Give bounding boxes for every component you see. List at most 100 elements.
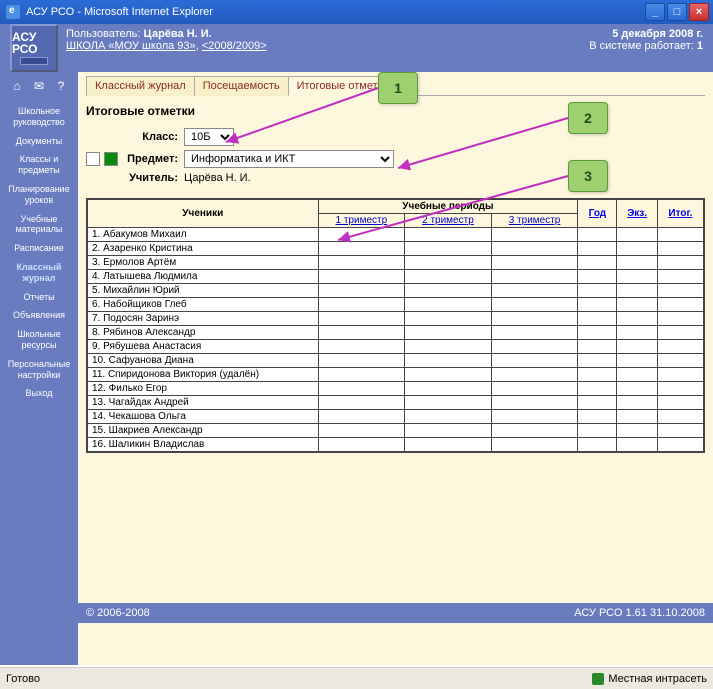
grade-cell[interactable]: [318, 256, 405, 270]
grade-cell[interactable]: [405, 396, 492, 410]
grade-cell[interactable]: [657, 354, 703, 368]
grade-cell[interactable]: [578, 410, 617, 424]
grade-cell[interactable]: [657, 326, 703, 340]
print-icon[interactable]: [86, 152, 100, 166]
grade-cell[interactable]: [657, 424, 703, 438]
grade-cell[interactable]: [318, 270, 405, 284]
grade-cell[interactable]: [617, 424, 657, 438]
grade-cell[interactable]: [617, 354, 657, 368]
subject-select[interactable]: Информатика и ИКТ: [184, 150, 394, 168]
sidebar-item-6[interactable]: Классный журнал: [0, 258, 78, 288]
grade-cell[interactable]: [657, 382, 703, 396]
grade-cell[interactable]: [491, 326, 578, 340]
grade-cell[interactable]: [491, 438, 578, 452]
grade-cell[interactable]: [318, 382, 405, 396]
grade-cell[interactable]: [617, 368, 657, 382]
grade-cell[interactable]: [578, 368, 617, 382]
school-link[interactable]: ШКОЛА «МОУ школа 93»: [66, 40, 196, 52]
grade-cell[interactable]: [491, 410, 578, 424]
grade-cell[interactable]: [617, 438, 657, 452]
grade-cell[interactable]: [318, 368, 405, 382]
grade-cell[interactable]: [491, 312, 578, 326]
grade-cell[interactable]: [405, 410, 492, 424]
grade-cell[interactable]: [657, 340, 703, 354]
sidebar-item-11[interactable]: Выход: [0, 384, 78, 403]
home-icon[interactable]: ⌂: [9, 78, 25, 94]
grade-cell[interactable]: [578, 298, 617, 312]
grade-cell[interactable]: [657, 298, 703, 312]
grade-cell[interactable]: [617, 410, 657, 424]
grade-cell[interactable]: [657, 396, 703, 410]
grade-cell[interactable]: [657, 270, 703, 284]
grade-cell[interactable]: [657, 438, 703, 452]
grade-cell[interactable]: [405, 298, 492, 312]
year-link[interactable]: <2008/2009>: [202, 40, 267, 52]
grade-cell[interactable]: [405, 438, 492, 452]
grade-cell[interactable]: [617, 256, 657, 270]
grade-cell[interactable]: [491, 228, 578, 242]
sidebar-item-7[interactable]: Отчеты: [0, 288, 78, 307]
grade-cell[interactable]: [405, 368, 492, 382]
grade-cell[interactable]: [405, 256, 492, 270]
grade-cell[interactable]: [318, 340, 405, 354]
grade-cell[interactable]: [617, 326, 657, 340]
col-final[interactable]: Итог.: [657, 200, 703, 228]
minimize-button[interactable]: _: [645, 3, 665, 21]
grade-cell[interactable]: [617, 284, 657, 298]
col-year[interactable]: Год: [578, 200, 617, 228]
grade-cell[interactable]: [578, 228, 617, 242]
sidebar-item-2[interactable]: Классы и предметы: [0, 150, 78, 180]
grade-cell[interactable]: [318, 298, 405, 312]
grade-cell[interactable]: [405, 228, 492, 242]
grade-cell[interactable]: [318, 284, 405, 298]
tab-1[interactable]: Посещаемость: [194, 76, 289, 96]
col-exam[interactable]: Экз.: [617, 200, 657, 228]
grade-cell[interactable]: [617, 340, 657, 354]
grade-cell[interactable]: [491, 368, 578, 382]
grade-cell[interactable]: [578, 340, 617, 354]
grade-cell[interactable]: [318, 354, 405, 368]
grade-cell[interactable]: [578, 270, 617, 284]
grade-cell[interactable]: [318, 326, 405, 340]
grade-cell[interactable]: [578, 284, 617, 298]
grade-cell[interactable]: [491, 270, 578, 284]
tab-0[interactable]: Классный журнал: [86, 76, 195, 96]
class-select[interactable]: 10Б: [184, 128, 234, 146]
sidebar-item-4[interactable]: Учебные материалы: [0, 210, 78, 240]
grade-cell[interactable]: [657, 284, 703, 298]
grade-cell[interactable]: [578, 326, 617, 340]
grade-cell[interactable]: [617, 242, 657, 256]
sidebar-item-5[interactable]: Расписание: [0, 239, 78, 258]
grade-cell[interactable]: [405, 270, 492, 284]
col-trimester-1[interactable]: 1 триместр: [318, 214, 405, 228]
grade-cell[interactable]: [318, 242, 405, 256]
grade-cell[interactable]: [578, 396, 617, 410]
grade-cell[interactable]: [657, 368, 703, 382]
sidebar-item-0[interactable]: Школьное руководство: [0, 102, 78, 132]
sidebar-item-8[interactable]: Объявления: [0, 306, 78, 325]
grade-cell[interactable]: [617, 298, 657, 312]
maximize-button[interactable]: □: [667, 3, 687, 21]
grade-cell[interactable]: [491, 256, 578, 270]
grade-cell[interactable]: [405, 354, 492, 368]
grade-cell[interactable]: [405, 382, 492, 396]
sidebar-item-9[interactable]: Школьные ресурсы: [0, 325, 78, 355]
grade-cell[interactable]: [405, 312, 492, 326]
close-button[interactable]: ×: [689, 3, 709, 21]
grade-cell[interactable]: [617, 382, 657, 396]
grade-cell[interactable]: [657, 410, 703, 424]
col-trimester-3[interactable]: 3 триместр: [491, 214, 578, 228]
grade-cell[interactable]: [491, 382, 578, 396]
grade-cell[interactable]: [578, 312, 617, 326]
grade-cell[interactable]: [318, 424, 405, 438]
grade-cell[interactable]: [657, 228, 703, 242]
grade-cell[interactable]: [578, 242, 617, 256]
grade-cell[interactable]: [617, 270, 657, 284]
grade-cell[interactable]: [491, 354, 578, 368]
grade-cell[interactable]: [491, 340, 578, 354]
grade-cell[interactable]: [318, 438, 405, 452]
grade-cell[interactable]: [491, 396, 578, 410]
grade-cell[interactable]: [578, 354, 617, 368]
sidebar-item-1[interactable]: Документы: [0, 132, 78, 151]
grade-cell[interactable]: [318, 228, 405, 242]
